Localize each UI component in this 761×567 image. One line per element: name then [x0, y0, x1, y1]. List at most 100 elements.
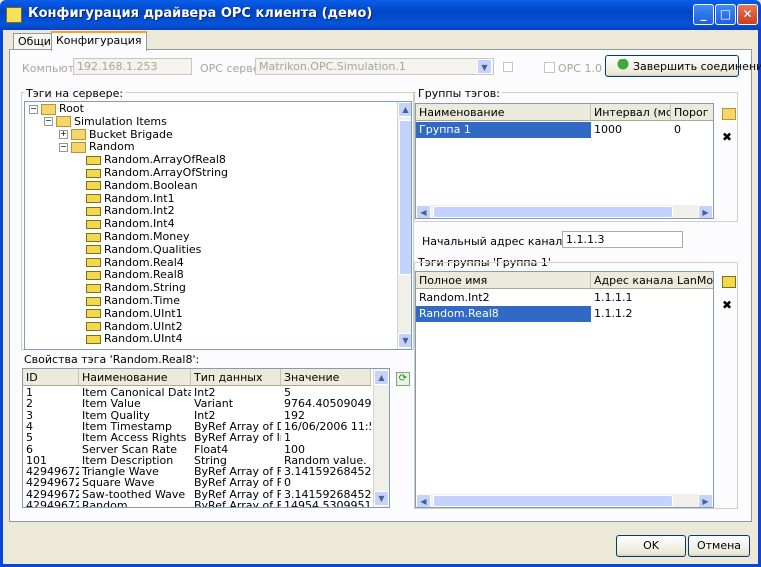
browse-checkbox[interactable] [503, 62, 513, 72]
table-cell: Item Canonical DataType [82, 387, 191, 399]
disconnect-button[interactable]: Завершить соединение [605, 55, 761, 77]
column-header[interactable]: ID [23, 369, 79, 386]
properties-table[interactable]: ID Наименование Тип данных Значение 1 Item Ca… [22, 368, 390, 508]
column-header[interactable]: Наименование [79, 369, 191, 386]
tree-item-label: Random.Int4 [104, 217, 175, 231]
tree-item-label: Random.Money [104, 230, 190, 243]
scroll-down-icon[interactable]: ▼ [374, 491, 389, 506]
table-cell: 4294967293 [26, 488, 79, 500]
delete-tag-icon[interactable]: ✖ [722, 298, 732, 312]
column-header[interactable]: Наименование [416, 104, 591, 121]
scroll-right-icon[interactable]: ▶ [698, 205, 713, 218]
table-cell: 1 [26, 387, 33, 399]
table-row[interactable]: 6 Server Scan Rate Float4 100 [23, 444, 371, 455]
table-cell: Square Wave [82, 477, 155, 489]
ok-button[interactable]: OK [616, 535, 686, 557]
table-row[interactable]: 2 Item Value Variant 9764.40509049 [23, 398, 371, 409]
close-button[interactable]: ✕ [737, 4, 758, 25]
table-row[interactable]: Группа 1 1000 0 [416, 122, 713, 138]
scroll-thumb[interactable] [433, 206, 673, 218]
tree-item-label: Random.ArrayOfReal8 [104, 153, 226, 167]
maximize-button[interactable]: □ [715, 4, 736, 25]
opc10-checkbox[interactable] [544, 62, 555, 73]
tree-item-label: Random.UInt4 [104, 332, 183, 346]
groups-table[interactable]: Наименование Интервал (мс) Порог Группа 1 10… [415, 103, 714, 219]
column-header[interactable]: Тип данных [191, 369, 281, 386]
tag-icon [86, 296, 101, 306]
tag-icon [86, 258, 101, 268]
scroll-up-icon[interactable]: ▲ [374, 370, 389, 385]
scroll-left-icon[interactable]: ◀ [416, 205, 431, 218]
table-cell: 101 [26, 454, 47, 467]
tag-icon [86, 322, 101, 332]
chevron-down-icon[interactable]: ▼ [477, 59, 492, 74]
tree-item-label: Random.UInt1 [104, 306, 183, 320]
group-tags-table[interactable]: Полное имя Адрес канала LanMon Random.Int2… [415, 271, 714, 508]
add-group-icon[interactable] [722, 108, 736, 120]
table-cell: 4 [26, 420, 33, 433]
tree-scrollbar[interactable]: ▲ ▼ [397, 102, 411, 349]
table-row[interactable]: 5 Item Access Rights ByRef Array of Int41 [23, 432, 371, 443]
tree-item-label: Root [59, 102, 84, 115]
table-cell: 5 [26, 432, 33, 444]
scroll-right-icon[interactable]: ▶ [698, 494, 713, 507]
table-cell: Random.Int2 [419, 291, 490, 304]
column-header[interactable]: Адрес канала LanMon [591, 272, 713, 289]
folder-icon [71, 141, 86, 153]
tag-icon [86, 219, 101, 229]
groups-hscrollbar[interactable]: ◀ ▶ [416, 205, 713, 218]
group-tags-hscrollbar[interactable]: ◀ ▶ [416, 494, 713, 507]
server-select[interactable]: Matrikon.OPC.Simulation.1 [255, 58, 494, 75]
properties-title: Свойства тэга 'Random.Real8': [24, 353, 200, 366]
tree-tag[interactable]: Random.UInt4 [74, 332, 183, 346]
tag-icon [86, 334, 101, 344]
collapse-icon[interactable]: − [29, 104, 38, 114]
delete-group-icon[interactable]: ✖ [722, 130, 732, 144]
scroll-thumb[interactable] [399, 120, 411, 275]
tree-item-label: Random.UInt2 [104, 319, 183, 333]
minimize-button[interactable]: _ [693, 4, 714, 25]
add-tag-icon[interactable] [722, 276, 736, 288]
column-header[interactable]: Полное имя [416, 272, 591, 289]
table-row[interactable]: 4 Item Timestamp ByRef Array of Date16/06/… [23, 421, 371, 432]
table-row[interactable]: 101 Item Description String Random value. [23, 455, 371, 466]
table-cell: Server Scan Rate [82, 443, 178, 455]
collapse-icon[interactable]: − [44, 117, 53, 127]
table-cell: String [194, 454, 227, 467]
table-row[interactable]: 4294967292Square Wave ByRef Array of Floa… [23, 477, 371, 488]
table-row[interactable]: Random.Int2 1.1.1.1 [416, 290, 713, 306]
server-tag-tree[interactable]: − Root − Simulation Items + Bucket Brigade − Ra… [24, 101, 412, 350]
title-bar[interactable]: Конфигурация драйвера OPC клиента (демо)… [0, 0, 761, 30]
table-cell: Saw-toothed Wave [82, 488, 186, 500]
column-header[interactable]: Порог [671, 104, 713, 121]
cancel-button[interactable]: Отмена [688, 535, 750, 557]
table-row[interactable]: Random.Real8 1.1.1.2 [416, 306, 713, 322]
table-row[interactable]: 4294967294Random ByRef Array of Float8149… [23, 500, 371, 507]
table-row[interactable]: 1 Item Canonical DataTypeInt2 5 [23, 387, 371, 398]
tree-item-label: Random.Boolean [104, 178, 198, 192]
table-row[interactable]: 4294967293Saw-toothed Wave ByRef Array of… [23, 489, 371, 500]
table-cell: ByRef Array of Float8 [194, 477, 281, 489]
scroll-up-icon[interactable]: ▲ [398, 102, 411, 117]
table-cell: 0 [284, 477, 291, 489]
table-cell: ByRef Array of Date [194, 420, 281, 433]
tree-item-label: Random.Real4 [104, 255, 184, 269]
table-row[interactable]: 4294967291Triangle Wave ByRef Array of Fl… [23, 466, 371, 477]
refresh-icon[interactable]: ⟳ [396, 372, 410, 386]
column-header[interactable]: Значение [281, 369, 371, 386]
tab-configuration[interactable]: Конфигурация [51, 31, 147, 51]
table-row[interactable]: 3 Item Quality Int2 192 [23, 410, 371, 421]
expand-icon[interactable]: + [59, 130, 68, 140]
scroll-left-icon[interactable]: ◀ [416, 494, 431, 507]
scroll-thumb[interactable] [433, 495, 673, 507]
column-header[interactable]: Интервал (мс) [591, 104, 671, 121]
groups-title: Группы тэгов: [416, 87, 502, 100]
table-cell: 16/06/2006 11:53... [284, 420, 371, 433]
scroll-down-icon[interactable]: ▼ [398, 333, 411, 348]
table-cell: Item Quality [82, 409, 150, 421]
collapse-icon[interactable]: − [59, 142, 68, 152]
lanmon-input[interactable]: 1.1.1.3 [562, 231, 683, 248]
computer-input[interactable]: 192.168.1.253 [73, 58, 192, 75]
tree-item-label: Random.Int2 [104, 204, 175, 218]
properties-scrollbar[interactable]: ▲ ▼ [373, 369, 389, 507]
